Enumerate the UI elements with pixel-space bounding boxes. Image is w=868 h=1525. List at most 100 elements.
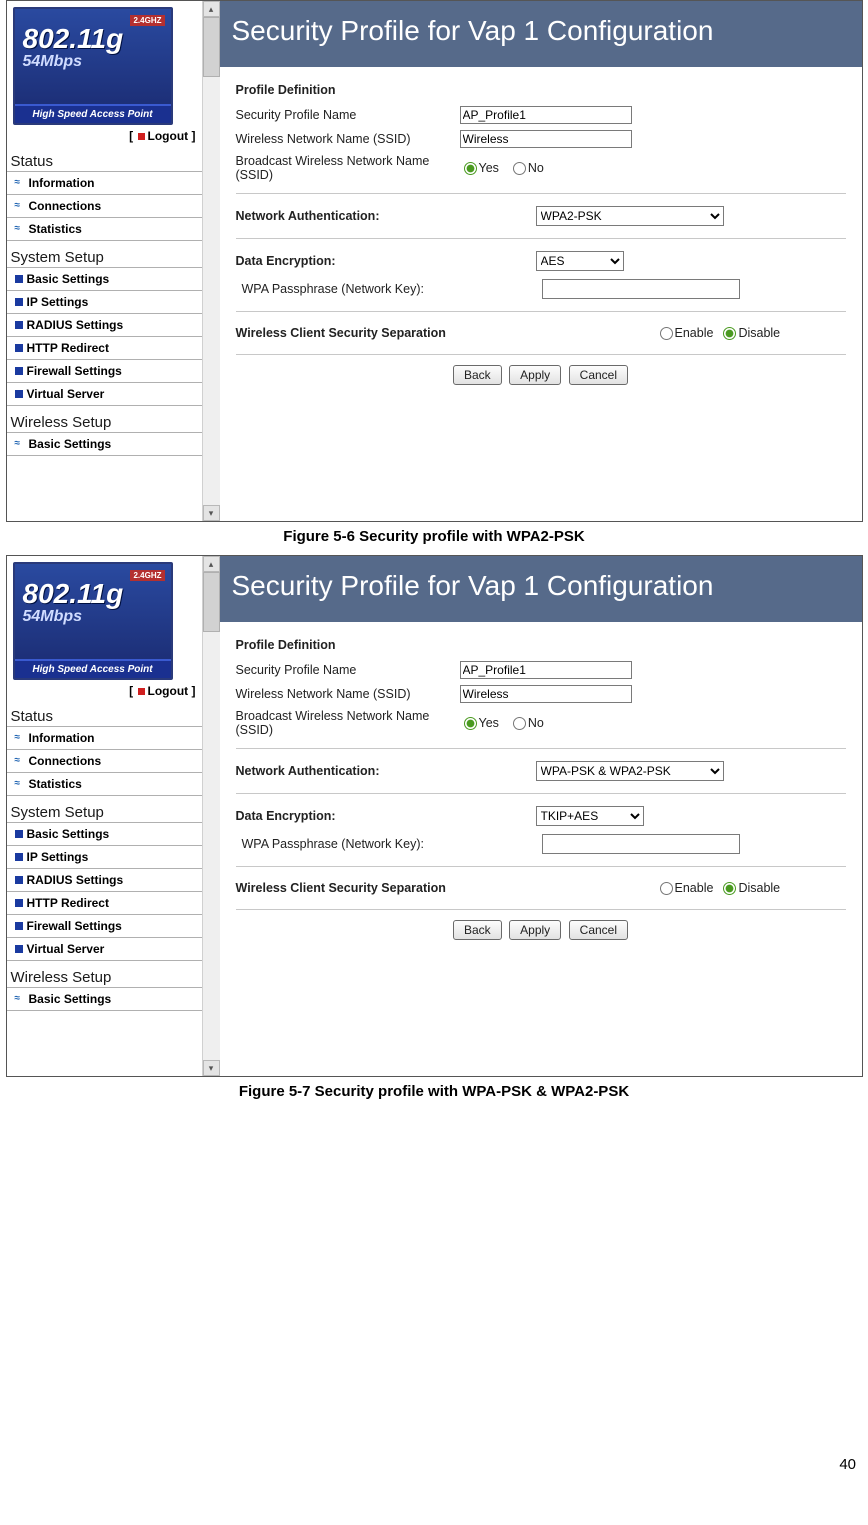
sidebar-item[interactable]: ≈Statistics: [7, 772, 202, 796]
nav-status-list: ≈Information≈Connections≈Statistics: [7, 171, 202, 241]
sidebar-item[interactable]: ≈Basic Settings: [7, 432, 202, 456]
auth-select[interactable]: WPA2-PSK: [536, 206, 724, 226]
square-icon: [15, 876, 23, 884]
square-icon: [15, 830, 23, 838]
square-icon: [15, 899, 23, 907]
main-panel: Security Profile for Vap 1 Configuration…: [220, 556, 862, 1076]
sidebar-scrollbar[interactable]: ▴ ▾: [202, 556, 220, 1076]
broadcast-label: Broadcast Wireless Network Name (SSID): [236, 154, 460, 182]
passphrase-input[interactable]: [542, 279, 740, 299]
separation-disable-radio[interactable]: [723, 882, 736, 895]
back-button[interactable]: Back: [453, 365, 502, 385]
ssid-input[interactable]: [460, 685, 632, 703]
sidebar-item-label: Statistics: [29, 777, 82, 791]
auth-label: Network Authentication:: [236, 209, 536, 223]
passphrase-label: WPA Passphrase (Network Key):: [236, 282, 542, 296]
logout-label: Logout: [148, 129, 189, 143]
scroll-up-icon[interactable]: ▴: [203, 556, 220, 572]
sidebar-item[interactable]: Virtual Server: [7, 937, 202, 961]
auth-select[interactable]: WPA-PSK & WPA2-PSK: [536, 761, 724, 781]
sidebar-item[interactable]: ≈Information: [7, 171, 202, 195]
profile-name-input[interactable]: [460, 661, 632, 679]
profile-name-input[interactable]: [460, 106, 632, 124]
sidebar-item[interactable]: ≈Statistics: [7, 217, 202, 241]
sidebar-item[interactable]: HTTP Redirect: [7, 891, 202, 915]
nav-system-list: Basic Settings IP Settings RADIUS Settings…: [7, 267, 202, 406]
sidebar-item[interactable]: IP Settings: [7, 845, 202, 869]
sidebar-item[interactable]: ≈Information: [7, 726, 202, 750]
wave-icon: ≈: [15, 225, 25, 233]
sidebar-item[interactable]: ≈Connections: [7, 749, 202, 773]
sidebar-item[interactable]: Firewall Settings: [7, 359, 202, 383]
enc-label: Data Encryption:: [236, 254, 536, 268]
sidebar-item[interactable]: IP Settings: [7, 290, 202, 314]
nav-status-list: ≈Information≈Connections≈Statistics: [7, 726, 202, 796]
square-icon: [15, 321, 23, 329]
sidebar-item[interactable]: RADIUS Settings: [7, 313, 202, 337]
sidebar-scrollbar[interactable]: ▴ ▾: [202, 1, 220, 521]
sidebar-item-label: Virtual Server: [27, 942, 105, 956]
scroll-down-icon[interactable]: ▾: [203, 505, 220, 521]
square-icon: [15, 367, 23, 375]
sidebar-item[interactable]: Virtual Server: [7, 382, 202, 406]
sidebar-item[interactable]: HTTP Redirect: [7, 336, 202, 360]
cancel-button[interactable]: Cancel: [569, 365, 628, 385]
sidebar-item-label: Virtual Server: [27, 387, 105, 401]
nav-system-list: Basic SettingsIP SettingsRADIUS Settings…: [7, 822, 202, 961]
sidebar-item[interactable]: Basic Settings: [7, 267, 202, 291]
apply-button[interactable]: Apply: [509, 365, 561, 385]
separation-enable-radio[interactable]: [660, 882, 673, 895]
logout-link[interactable]: [ Logout ]: [13, 129, 196, 143]
apply-button[interactable]: Apply: [509, 920, 561, 940]
nav-wireless-list: ≈Basic Settings: [7, 432, 202, 456]
sidebar-item-label: IP Settings: [27, 295, 89, 309]
logout-link[interactable]: [ Logout ]: [13, 684, 196, 698]
nav-section-system: System Setup: [7, 802, 202, 823]
square-icon: [15, 298, 23, 306]
wave-icon: ≈: [15, 757, 25, 765]
sidebar-item-label: Firewall Settings: [27, 919, 122, 933]
profile-name-label: Security Profile Name: [236, 663, 460, 677]
broadcast-no-radio[interactable]: [513, 717, 526, 730]
sidebar-item[interactable]: Basic Settings: [7, 822, 202, 846]
scroll-thumb[interactable]: [203, 572, 220, 632]
nav-wireless-list: ≈Basic Settings: [7, 987, 202, 1011]
separation-disable-radio[interactable]: [723, 327, 736, 340]
wave-icon: ≈: [15, 995, 25, 1003]
cancel-button[interactable]: Cancel: [569, 920, 628, 940]
sidebar: 2.4GHZ 802.11g 54Mbps High Speed Access …: [7, 1, 202, 521]
ssid-input[interactable]: [460, 130, 632, 148]
broadcast-yes-label: Yes: [479, 716, 499, 730]
brand-rate: 54Mbps: [23, 608, 171, 626]
back-button[interactable]: Back: [453, 920, 502, 940]
sidebar-item-label: HTTP Redirect: [27, 341, 109, 355]
scroll-thumb[interactable]: [203, 17, 220, 77]
sidebar-item[interactable]: RADIUS Settings: [7, 868, 202, 892]
ssid-label: Wireless Network Name (SSID): [236, 132, 460, 146]
sidebar-item[interactable]: ≈Basic Settings: [7, 987, 202, 1011]
passphrase-input[interactable]: [542, 834, 740, 854]
wave-icon: ≈: [15, 179, 25, 187]
broadcast-no-radio[interactable]: [513, 162, 526, 175]
brand-spec: 802.11g: [23, 578, 171, 610]
broadcast-yes-radio[interactable]: [464, 162, 477, 175]
main-panel: Security Profile for Vap 1 Configuration…: [220, 1, 862, 521]
scroll-down-icon[interactable]: ▾: [203, 1060, 220, 1076]
brand-badge: 2.4GHZ 802.11g 54Mbps High Speed Access …: [13, 7, 173, 125]
separation-disable-label: Disable: [738, 881, 780, 895]
profile-name-label: Security Profile Name: [236, 108, 460, 122]
brand-tagline: High Speed Access Point: [15, 659, 171, 678]
nav-section-status: Status: [7, 151, 202, 172]
enc-select[interactable]: TKIP+AES: [536, 806, 644, 826]
ssid-label: Wireless Network Name (SSID): [236, 687, 460, 701]
broadcast-label: Broadcast Wireless Network Name (SSID): [236, 709, 460, 737]
figure-5-6-caption: Figure 5-6 Security profile with WPA2-PS…: [0, 528, 868, 545]
figure-5-7-caption: Figure 5-7 Security profile with WPA-PSK…: [0, 1083, 868, 1100]
scroll-up-icon[interactable]: ▴: [203, 1, 220, 17]
enc-select[interactable]: AES: [536, 251, 624, 271]
sidebar-item[interactable]: Firewall Settings: [7, 914, 202, 938]
separation-enable-radio[interactable]: [660, 327, 673, 340]
broadcast-yes-radio[interactable]: [464, 717, 477, 730]
sidebar-item[interactable]: ≈Connections: [7, 194, 202, 218]
sidebar-item-label: Basic Settings: [27, 272, 110, 286]
